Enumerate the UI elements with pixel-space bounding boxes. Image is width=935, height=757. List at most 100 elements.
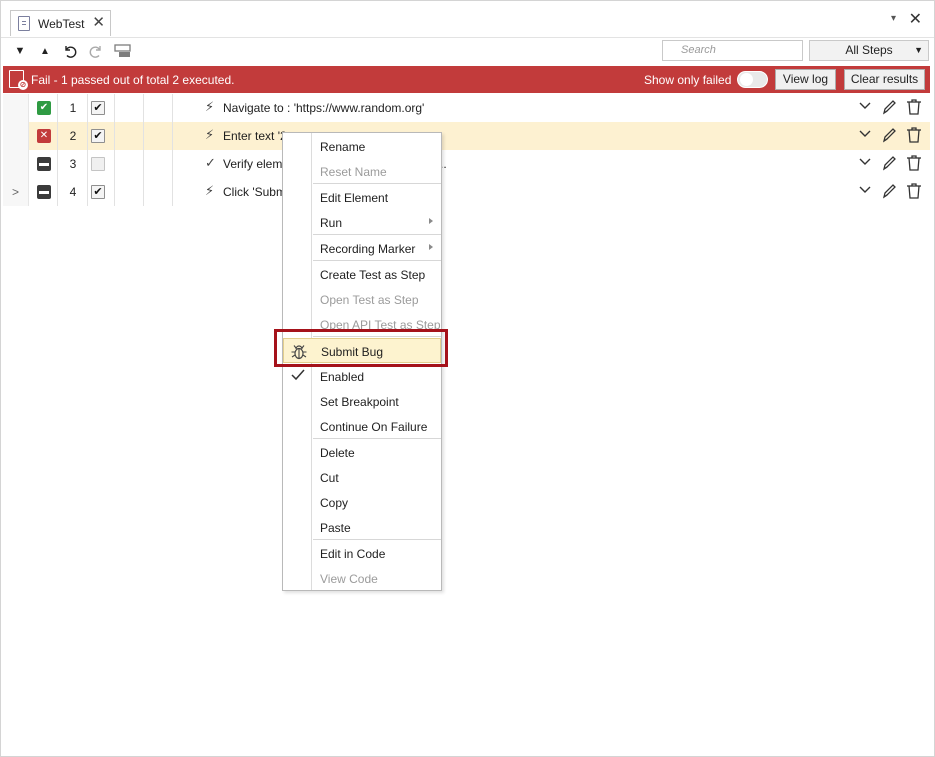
row-expander[interactable]: > xyxy=(3,178,29,206)
undo-icon xyxy=(65,46,77,58)
menu-item-edit-in-code[interactable]: Edit in Code xyxy=(283,541,441,566)
step-description[interactable]: Verify elem xyxy=(223,157,282,171)
step-description[interactable]: Enter text '2 xyxy=(223,129,287,143)
menu-item-enabled[interactable]: Enabled xyxy=(283,364,441,389)
menu-item-label: Rename xyxy=(320,140,366,154)
expand-all-button[interactable]: ▲ xyxy=(35,41,55,61)
edit-pencil-icon[interactable] xyxy=(881,98,897,116)
fail-report-icon: ⊘ xyxy=(9,70,28,90)
menu-item-set-breakpoint[interactable]: Set Breakpoint xyxy=(283,389,441,414)
menu-item-label: Edit in Code xyxy=(320,547,386,561)
step-enabled-checkbox[interactable]: ✔ xyxy=(91,185,105,199)
verify-check-icon: ✓ xyxy=(205,155,216,170)
search-input[interactable]: Search xyxy=(662,40,803,61)
tab-strip: WebTest ✕ ▾ ✕ xyxy=(1,1,934,37)
undo-button[interactable] xyxy=(60,41,80,61)
show-only-failed-toggle[interactable] xyxy=(737,71,768,88)
step-result-badge: ✕ xyxy=(37,129,51,143)
row-expander[interactable] xyxy=(3,150,29,178)
menu-item-edit-element[interactable]: Edit Element xyxy=(283,185,441,210)
menu-item-paste[interactable]: Paste xyxy=(283,515,441,540)
step-number: 3 xyxy=(69,157,77,171)
webtest-window: WebTest ✕ ▾ ✕ ▼ ▲ Search All Steps ▼ ⊘ F… xyxy=(0,0,935,757)
recorder-icon xyxy=(114,44,131,57)
redo-button[interactable] xyxy=(86,41,106,61)
tab-title: WebTest xyxy=(38,16,85,31)
steps-filter-value: All Steps xyxy=(845,43,893,57)
menu-item-label: Edit Element xyxy=(320,191,389,205)
menu-item-recording-marker[interactable]: Recording Marker xyxy=(283,236,441,261)
step-result-badge: ✔ xyxy=(37,101,51,115)
tab-webtest[interactable]: WebTest ✕ xyxy=(10,10,111,36)
menu-item-label: Create Test as Step xyxy=(320,268,426,282)
collapse-all-button[interactable]: ▼ xyxy=(10,41,30,61)
menu-item-continue-on-failure[interactable]: Continue On Failure xyxy=(283,414,441,439)
menu-item-create-test-as-step[interactable]: Create Test as Step xyxy=(283,262,441,287)
expand-chevron-icon[interactable] xyxy=(858,185,872,197)
step-row[interactable]: ▬ 3 ✓ Verify elem .. xyxy=(3,150,930,178)
submenu-arrow-icon xyxy=(429,244,433,250)
clear-results-button[interactable]: Clear results xyxy=(844,69,925,90)
menu-item-label: Continue On Failure xyxy=(320,420,428,434)
menu-item-run[interactable]: Run xyxy=(283,210,441,235)
step-number: 2 xyxy=(69,129,77,143)
window-close-icon[interactable]: ✕ xyxy=(909,9,922,29)
step-enabled-checkbox[interactable]: ✔ xyxy=(91,101,105,115)
lightning-icon: ⚡ xyxy=(205,127,215,142)
view-log-button[interactable]: View log xyxy=(775,69,836,90)
edit-pencil-icon[interactable] xyxy=(881,126,897,144)
steps-filter-dropdown[interactable]: All Steps ▼ xyxy=(809,40,929,61)
menu-item-open-test-as-step: Open Test as Step xyxy=(283,287,441,312)
menu-item-cut[interactable]: Cut xyxy=(283,465,441,490)
status-message: Fail - 1 passed out of total 2 executed. xyxy=(31,73,235,87)
menu-item-label: Reset Name xyxy=(320,165,387,179)
row-actions xyxy=(858,98,922,116)
chevron-down-icon: ▼ xyxy=(914,45,923,55)
delete-trash-icon[interactable] xyxy=(906,182,922,200)
row-expander[interactable] xyxy=(3,94,29,122)
menu-item-label: Run xyxy=(320,216,343,230)
lightning-icon: ⚡ xyxy=(205,183,215,198)
row-expander[interactable] xyxy=(3,122,29,150)
row-actions xyxy=(858,182,922,200)
run-status-bar: ⊘ Fail - 1 passed out of total 2 execute… xyxy=(3,66,930,93)
expand-chevron-icon[interactable] xyxy=(858,157,872,169)
delete-trash-icon[interactable] xyxy=(906,98,922,116)
delete-trash-icon[interactable] xyxy=(906,126,922,144)
menu-item-delete[interactable]: Delete xyxy=(283,440,441,465)
redo-icon xyxy=(89,46,101,58)
menu-item-label: Delete xyxy=(320,446,355,460)
expand-chevron-icon[interactable] xyxy=(858,129,872,141)
edit-pencil-icon[interactable] xyxy=(881,182,897,200)
step-number: 4 xyxy=(69,185,77,199)
step-enabled-checkbox[interactable]: ✔ xyxy=(91,129,105,143)
delete-trash-icon[interactable] xyxy=(906,154,922,172)
step-row[interactable]: > ▬ 4 ✔ ⚡ Click 'Subm xyxy=(3,178,930,206)
step-description[interactable]: Click 'Subm xyxy=(223,185,286,199)
step-description[interactable]: Navigate to : 'https://www.random.org' xyxy=(223,101,424,115)
step-enabled-checkbox[interactable] xyxy=(91,157,105,171)
menu-item-view-code: View Code xyxy=(283,566,441,591)
show-only-failed-label: Show only failed xyxy=(644,73,732,87)
tab-close-icon[interactable]: ✕ xyxy=(92,14,105,31)
menu-item-label: Recording Marker xyxy=(320,242,416,256)
window-menu-icon[interactable]: ▾ xyxy=(891,13,896,24)
menu-item-label: Cut xyxy=(320,471,339,485)
step-row[interactable]: ✔ 1 ✔ ⚡ Navigate to : 'https://www.rando… xyxy=(3,94,930,122)
recorder-button[interactable] xyxy=(113,41,133,61)
step-result-badge: ▬ xyxy=(37,185,51,199)
highlight-annotation-box xyxy=(274,329,448,367)
step-result-badge: ▬ xyxy=(37,157,51,171)
edit-pencil-icon[interactable] xyxy=(881,154,897,172)
lightning-icon: ⚡ xyxy=(205,99,215,114)
menu-item-label: Copy xyxy=(320,496,349,510)
step-row[interactable]: ✕ 2 ✔ ⚡ Enter text '2 xyxy=(3,122,930,150)
menu-item-label: Set Breakpoint xyxy=(320,395,399,409)
menu-item-label: Paste xyxy=(320,521,351,535)
checkmark-icon xyxy=(289,367,307,385)
menu-item-rename[interactable]: Rename xyxy=(283,134,441,159)
expand-chevron-icon[interactable] xyxy=(858,101,872,113)
menu-item-copy[interactable]: Copy xyxy=(283,490,441,515)
document-icon xyxy=(18,16,30,31)
row-actions xyxy=(858,154,922,172)
